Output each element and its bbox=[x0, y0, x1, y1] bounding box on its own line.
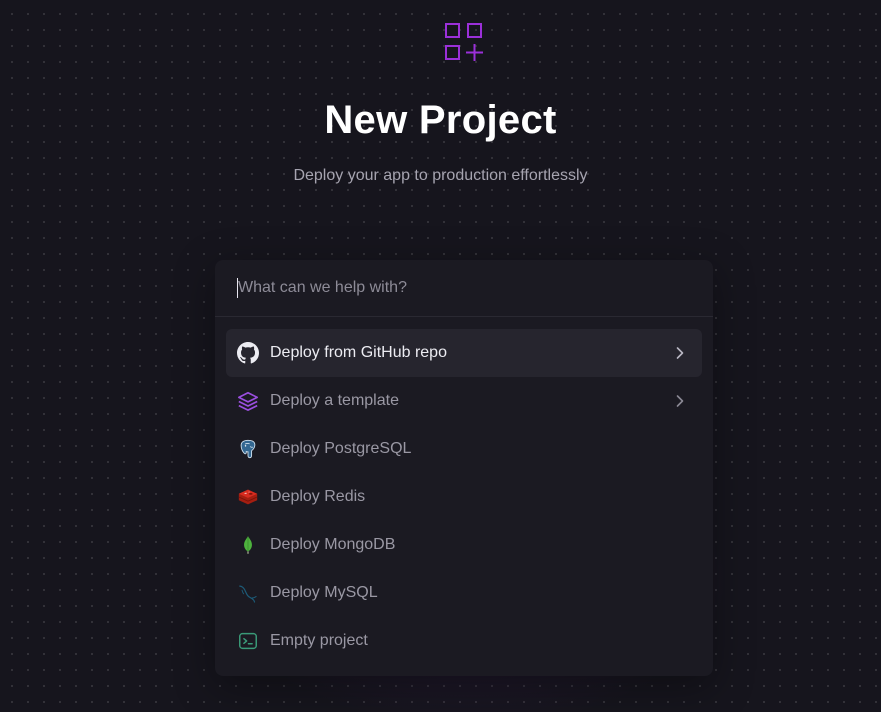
option-empty-project[interactable]: Empty project bbox=[226, 617, 702, 665]
option-deploy-mongodb[interactable]: Deploy MongoDB bbox=[226, 521, 702, 569]
postgresql-icon bbox=[237, 438, 259, 460]
option-label: Deploy MongoDB bbox=[270, 536, 396, 553]
option-list: Deploy from GitHub repo Deploy a templat… bbox=[226, 329, 702, 665]
option-label: Deploy PostgreSQL bbox=[270, 440, 412, 457]
grid-plus-icon bbox=[444, 22, 484, 62]
mongodb-icon bbox=[237, 534, 259, 556]
terminal-icon bbox=[237, 630, 259, 652]
layers-icon bbox=[237, 390, 259, 412]
option-deploy-redis[interactable]: Deploy Redis bbox=[226, 473, 702, 521]
option-label: Empty project bbox=[270, 632, 368, 649]
search-input[interactable] bbox=[237, 276, 678, 300]
option-label: Deploy MySQL bbox=[270, 584, 378, 601]
text-caret bbox=[237, 278, 238, 298]
search-row bbox=[215, 260, 713, 317]
github-icon bbox=[237, 342, 259, 364]
option-deploy-template[interactable]: Deploy a template bbox=[226, 377, 702, 425]
chevron-right-icon bbox=[673, 394, 687, 408]
page-title: New Project bbox=[324, 98, 557, 142]
command-panel: Deploy from GitHub repo Deploy a templat… bbox=[215, 260, 713, 676]
option-label: Deploy Redis bbox=[270, 488, 366, 505]
option-deploy-postgresql[interactable]: Deploy PostgreSQL bbox=[226, 425, 702, 473]
option-label: Deploy a template bbox=[270, 392, 399, 409]
chevron-right-icon bbox=[673, 346, 687, 360]
redis-icon bbox=[237, 486, 259, 508]
mysql-icon bbox=[237, 582, 259, 604]
option-deploy-mysql[interactable]: Deploy MySQL bbox=[226, 569, 702, 617]
option-label: Deploy from GitHub repo bbox=[270, 344, 447, 361]
page-subtitle: Deploy your app to production effortless… bbox=[293, 167, 588, 184]
option-deploy-github[interactable]: Deploy from GitHub repo bbox=[226, 329, 702, 377]
